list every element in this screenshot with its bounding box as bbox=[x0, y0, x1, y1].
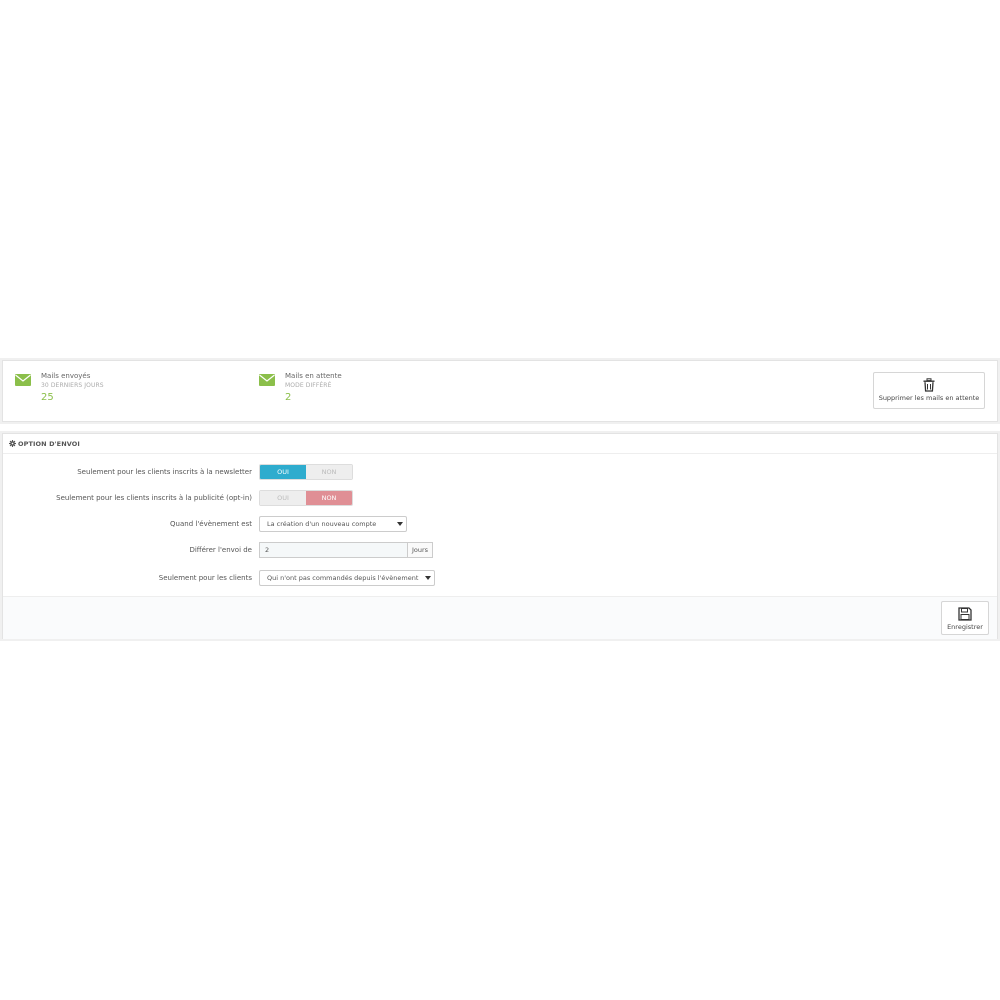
form-row-newsletter: Seulement pour les clients inscrits à la… bbox=[3, 464, 997, 480]
stat-sent-mails: Mails envoyés 30 DERNIERS JOURS 25 bbox=[15, 371, 215, 411]
switch-yes-option[interactable]: OUI bbox=[260, 491, 306, 505]
caret-down-icon bbox=[397, 522, 403, 526]
save-button[interactable]: Enregistrer bbox=[941, 601, 989, 635]
panel-heading: OPTION D'ENVOI bbox=[3, 434, 997, 454]
stat-value: 25 bbox=[41, 392, 54, 403]
delay-input-group: 2 Jours bbox=[259, 542, 433, 558]
customers-select[interactable]: Qui n'ont pas commandés depuis l'évèneme… bbox=[259, 570, 435, 586]
switch-no-option[interactable]: NON bbox=[306, 465, 352, 479]
delete-pending-mails-button[interactable]: Supprimer les mails en attente bbox=[873, 372, 985, 409]
event-select[interactable]: La création d'un nouveau compte bbox=[259, 516, 407, 532]
stats-panel: Mails envoyés 30 DERNIERS JOURS 25 Mails… bbox=[2, 360, 998, 422]
envelope-icon bbox=[15, 374, 31, 386]
delay-input[interactable]: 2 bbox=[259, 542, 407, 558]
form-row-event: Quand l'évènement est La création d'un n… bbox=[3, 516, 997, 532]
page: Mails envoyés 30 DERNIERS JOURS 25 Mails… bbox=[0, 0, 1000, 1000]
form-row-delay: Différer l'envoi de 2 Jours bbox=[3, 542, 997, 558]
stat-title: Mails en attente bbox=[285, 372, 342, 380]
form-label: Différer l'envoi de bbox=[189, 546, 252, 554]
optin-switch[interactable]: OUI NON bbox=[259, 490, 353, 506]
stat-subtitle: 30 DERNIERS JOURS bbox=[41, 382, 104, 389]
save-button-label: Enregistrer bbox=[947, 623, 983, 631]
switch-yes-option[interactable]: OUI bbox=[260, 465, 306, 479]
stat-value: 2 bbox=[285, 392, 292, 403]
send-options-panel: OPTION D'ENVOI Seulement pour les client… bbox=[2, 433, 998, 639]
form-label: Quand l'évènement est bbox=[170, 520, 252, 528]
delete-button-label: Supprimer les mails en attente bbox=[878, 394, 980, 402]
form-label: Seulement pour les clients bbox=[158, 574, 252, 582]
panel-footer: Enregistrer bbox=[3, 596, 997, 639]
trash-icon bbox=[923, 378, 935, 392]
stat-title: Mails envoyés bbox=[41, 372, 91, 380]
envelope-icon bbox=[259, 374, 275, 386]
caret-down-icon bbox=[425, 576, 431, 580]
delay-unit-addon: Jours bbox=[407, 542, 433, 558]
save-icon bbox=[958, 607, 972, 621]
newsletter-switch[interactable]: OUI NON bbox=[259, 464, 353, 480]
event-select-value: La création d'un nouveau compte bbox=[267, 520, 377, 528]
customers-select-value: Qui n'ont pas commandés depuis l'évèneme… bbox=[267, 574, 419, 582]
panel-title: OPTION D'ENVOI bbox=[18, 439, 80, 448]
form-row-customers: Seulement pour les clients Qui n'ont pas… bbox=[3, 570, 997, 586]
switch-no-option[interactable]: NON bbox=[306, 491, 352, 505]
form-label: Seulement pour les clients inscrits à la… bbox=[77, 468, 252, 476]
stat-pending-mails: Mails en attente MODE DIFFÉRÉ 2 bbox=[259, 371, 459, 411]
form-row-optin: Seulement pour les clients inscrits à la… bbox=[3, 490, 997, 506]
form-label: Seulement pour les clients inscrits à la… bbox=[56, 494, 252, 502]
stat-subtitle: MODE DIFFÉRÉ bbox=[285, 382, 332, 389]
cog-icon bbox=[9, 440, 16, 447]
